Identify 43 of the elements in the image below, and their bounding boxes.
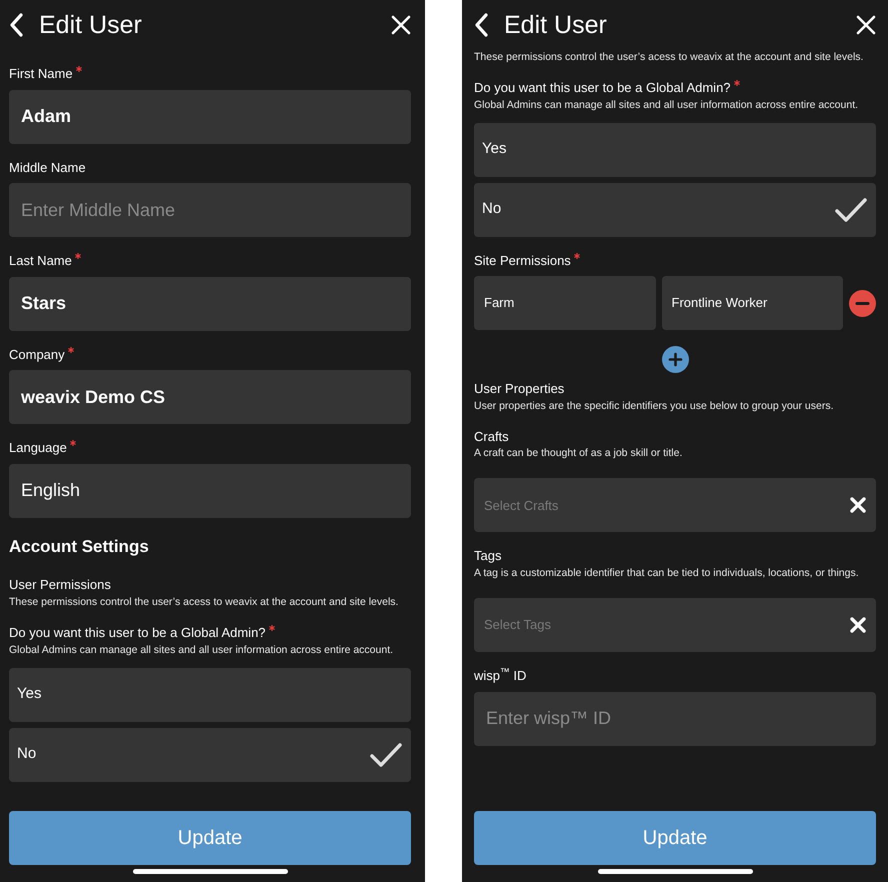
option-item[interactable]: Yes xyxy=(474,122,876,177)
field-label: Do you want this user to be a Global Admin? xyxy=(9,625,266,641)
add-icon[interactable] xyxy=(662,346,688,374)
site-select[interactable]: Farm xyxy=(474,276,656,330)
screen-title: Edit User xyxy=(39,10,143,40)
field-label: User Properties xyxy=(474,381,564,397)
back-icon[interactable] xyxy=(474,13,488,37)
screen-title: Edit User xyxy=(504,10,608,40)
field-label: Language xyxy=(9,440,67,456)
help-text: A craft can be thought of as a job skill or title. xyxy=(474,446,684,460)
close-icon[interactable] xyxy=(391,15,411,35)
field-label: Last Name xyxy=(9,253,72,269)
text-field[interactable]: Stars xyxy=(9,276,411,331)
back-icon[interactable] xyxy=(9,13,23,37)
field-label: wisp$^{™}$ ID xyxy=(474,668,526,684)
field-label: Middle Name xyxy=(9,160,86,176)
option-item[interactable]: Yes xyxy=(9,668,411,722)
option-item[interactable]: No xyxy=(9,728,411,782)
help-text: Global Admins can manage all sites and all user information across entire account. xyxy=(9,642,394,657)
help-text: A tag is a customizable identifier that can be tied to individuals, locations, or things. xyxy=(474,566,860,580)
field-label: Company xyxy=(9,346,65,362)
clear-icon[interactable] xyxy=(850,616,866,633)
role-select[interactable]: Frontline Worker xyxy=(662,276,843,330)
field-label: User Permissions xyxy=(9,577,111,594)
field-label: First Name xyxy=(9,66,73,82)
help-text: These permissions control the user’s acess to weavix at the account and site levels. xyxy=(474,50,864,64)
section-heading: Account Settings xyxy=(9,536,150,558)
text-field[interactable]: Adam xyxy=(9,90,411,144)
remove-icon[interactable] xyxy=(849,290,876,317)
field-label: Crafts xyxy=(474,428,509,444)
clear-icon[interactable] xyxy=(850,497,866,514)
text-field[interactable]: weavix Demo CS xyxy=(9,370,411,424)
option-item[interactable]: No xyxy=(474,182,876,237)
help-text: User properties are the specific identifiers you use below to group your users. xyxy=(474,398,835,413)
field-label: Do you want this user to be a Global Admin? xyxy=(474,80,731,96)
text-field[interactable]: English xyxy=(9,464,411,518)
help-text: These permissions control the user’s acess to weavix at the account and site levels. xyxy=(9,595,400,610)
field-label: Site Permissions xyxy=(474,252,571,268)
text-field[interactable]: Enter Middle Name xyxy=(9,183,411,238)
text-field[interactable]: Enter wisp™ ID xyxy=(474,692,876,746)
close-icon[interactable] xyxy=(856,15,876,35)
help-text: Global Admins can manage all sites and all user information across entire account. xyxy=(474,98,860,112)
field-label: Tags xyxy=(474,548,502,564)
